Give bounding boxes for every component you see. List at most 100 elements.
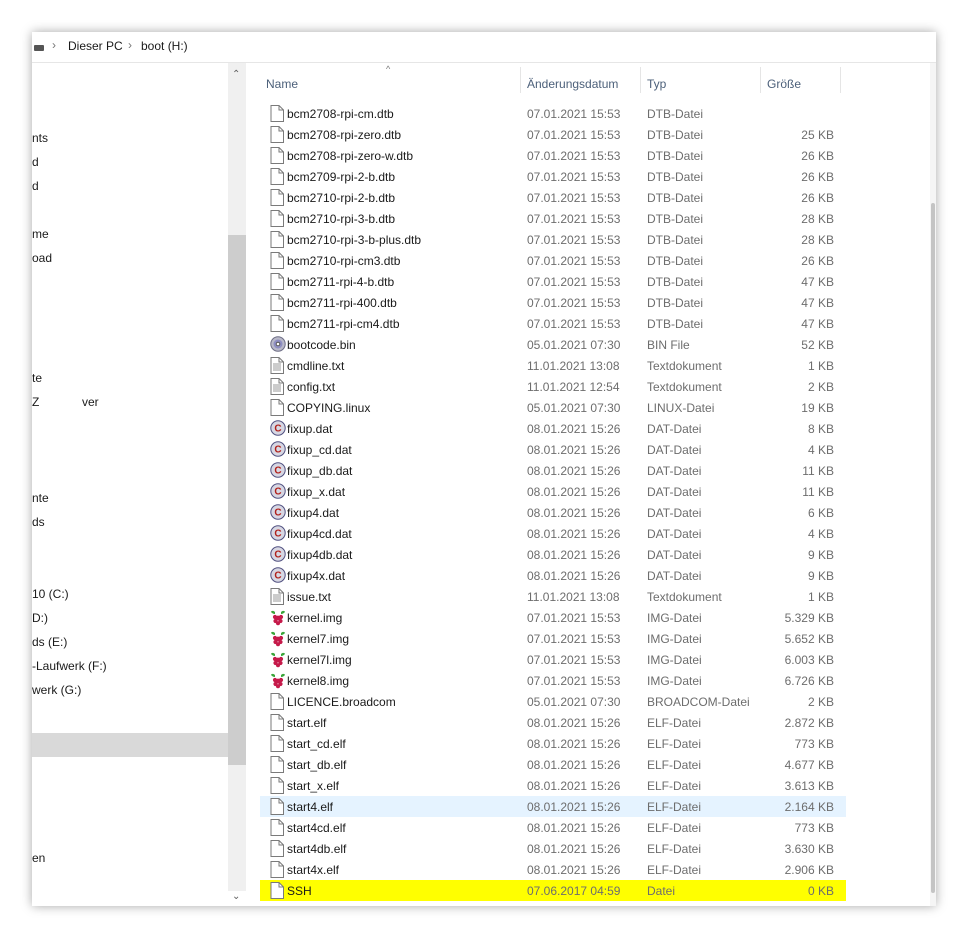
nav-item[interactable]: oad bbox=[32, 251, 52, 265]
file-row[interactable]: kernel7.img 07.01.2021 15:53 IMG-Datei 5.65… bbox=[260, 628, 846, 649]
scroll-down-icon[interactable]: ⌄ bbox=[232, 891, 240, 902]
ccleaner-file-icon: C bbox=[270, 546, 286, 563]
file-row[interactable]: bcm2710-rpi-3-b.dtb 07.01.2021 15:53 DTB-D… bbox=[260, 208, 846, 229]
nav-item[interactable]: te bbox=[32, 371, 42, 385]
file-row[interactable]: Cfixup4.dat 08.01.2021 15:26 DAT-Datei 6 KB bbox=[260, 502, 846, 523]
file-modified-date: 07.01.2021 15:53 bbox=[527, 107, 621, 121]
nav-item-drive-f[interactable]: -Laufwerk (F:) bbox=[32, 659, 107, 673]
file-row[interactable]: start_db.elf 08.01.2021 15:26 ELF-Datei 4.6… bbox=[260, 754, 846, 775]
breadcrumb-dieser-pc[interactable]: Dieser PC bbox=[68, 39, 123, 53]
nav-item[interactable]: me bbox=[32, 227, 49, 241]
file-row[interactable]: SSH 07.06.2017 04:59 Datei 0 KB bbox=[260, 880, 846, 901]
nav-item-drive-g[interactable]: werk (G:) bbox=[32, 683, 81, 697]
file-row[interactable]: kernel8.img 07.01.2021 15:53 IMG-Datei 6.72… bbox=[260, 670, 846, 691]
file-row[interactable]: issue.txt 11.01.2021 13:08 Textdokument 1 K… bbox=[260, 586, 846, 607]
nav-item-drive-c[interactable]: 10 (C:) bbox=[32, 587, 69, 601]
file-type: DAT-Datei bbox=[647, 422, 702, 436]
file-row[interactable]: start4x.elf 08.01.2021 15:26 ELF-Datei 2.90… bbox=[260, 859, 846, 880]
nav-scrollbar-thumb[interactable] bbox=[228, 235, 246, 765]
file-row[interactable]: kernel.img 07.01.2021 15:53 IMG-Datei 5.329… bbox=[260, 607, 846, 628]
file-name: issue.txt bbox=[287, 590, 332, 604]
file-type: DTB-Datei bbox=[647, 191, 704, 205]
nav-item-drive-e[interactable]: ds (E:) bbox=[32, 635, 67, 649]
nav-item[interactable]: en bbox=[32, 851, 45, 865]
breadcrumb-boot-drive[interactable]: boot (H:) bbox=[141, 39, 188, 53]
file-row[interactable]: bcm2708-rpi-zero.dtb 07.01.2021 15:53 DTB-… bbox=[260, 124, 846, 145]
file-row[interactable]: cmdline.txt 11.01.2021 13:08 Textdokument 1… bbox=[260, 355, 846, 376]
column-header-size[interactable]: Größe bbox=[767, 77, 801, 91]
nav-item[interactable]: ds bbox=[32, 515, 45, 529]
file-name: kernel.img bbox=[287, 611, 343, 625]
nav-item[interactable]: nte bbox=[32, 491, 49, 505]
chevron-right-icon: › bbox=[128, 38, 132, 52]
file-modified-date: 08.01.2021 15:26 bbox=[527, 443, 621, 457]
nav-item[interactable]: d bbox=[32, 179, 39, 193]
file-row[interactable]: bcm2711-rpi-4-b.dtb 07.01.2021 15:53 DTB-D… bbox=[260, 271, 846, 292]
file-row[interactable]: start.elf 08.01.2021 15:26 ELF-Datei 2.872 … bbox=[260, 712, 846, 733]
file-row[interactable]: bcm2710-rpi-cm3.dtb 07.01.2021 15:53 DTB-D… bbox=[260, 250, 846, 271]
file-row[interactable]: bcm2709-rpi-2-b.dtb 07.01.2021 15:53 DTB-D… bbox=[260, 166, 846, 187]
ccleaner-file-icon: C bbox=[270, 483, 286, 500]
file-type: DTB-Datei bbox=[647, 212, 704, 226]
address-bar[interactable]: › Dieser PC › boot (H:) bbox=[32, 32, 936, 63]
file-row[interactable]: config.txt 11.01.2021 12:54 Textdokument 2 … bbox=[260, 376, 846, 397]
file-row[interactable]: kernel7l.img 07.01.2021 15:53 IMG-Datei 6.0… bbox=[260, 649, 846, 670]
column-divider[interactable] bbox=[520, 67, 521, 93]
nav-item-drive-d[interactable]: D:) bbox=[32, 611, 48, 625]
file-row[interactable]: bcm2710-rpi-3-b-plus.dtb 07.01.2021 15:53… bbox=[260, 229, 846, 250]
file-row[interactable]: Cfixup_x.dat 08.01.2021 15:26 DAT-Datei 11 … bbox=[260, 481, 846, 502]
file-row[interactable]: Cfixup.dat 08.01.2021 15:26 DAT-Datei 8 KB bbox=[260, 418, 846, 439]
file-modified-date: 08.01.2021 15:26 bbox=[527, 569, 621, 583]
file-modified-date: 07.01.2021 15:53 bbox=[527, 317, 621, 331]
file-row[interactable]: bcm2711-rpi-cm4.dtb 07.01.2021 15:53 DTB-D… bbox=[260, 313, 846, 334]
file-size: 8 KB bbox=[807, 422, 834, 436]
column-divider[interactable] bbox=[640, 67, 641, 93]
file-modified-date: 08.01.2021 15:26 bbox=[527, 863, 621, 877]
file-row[interactable]: bcm2710-rpi-2-b.dtb 07.01.2021 15:53 DTB-D… bbox=[260, 187, 846, 208]
file-type: IMG-Datei bbox=[647, 674, 702, 688]
file-modified-date: 07.01.2021 15:53 bbox=[527, 212, 621, 226]
file-row[interactable]: bootcode.bin 05.01.2021 07:30 BIN File 52 K… bbox=[260, 334, 846, 355]
file-size: 3.613 KB bbox=[784, 779, 834, 793]
nav-item[interactable]: d bbox=[32, 155, 39, 169]
file-type: Textdokument bbox=[647, 590, 722, 604]
file-list: bcm2708-rpi-cm.dtb 07.01.2021 15:53 DTB-Da… bbox=[260, 63, 930, 906]
file-row[interactable]: start_cd.elf 08.01.2021 15:26 ELF-Datei 773… bbox=[260, 733, 846, 754]
nav-item[interactable]: Z bbox=[32, 395, 39, 409]
file-name: start4.elf bbox=[287, 800, 334, 814]
file-row[interactable]: Cfixup_cd.dat 08.01.2021 15:26 DAT-Datei 4 … bbox=[260, 439, 846, 460]
file-file-icon bbox=[270, 882, 284, 899]
file-modified-date: 07.01.2021 15:53 bbox=[527, 170, 621, 184]
file-row[interactable]: bcm2708-rpi-cm.dtb 07.01.2021 15:53 DTB-Da… bbox=[260, 103, 846, 124]
file-row[interactable]: bcm2708-rpi-zero-w.dtb 07.01.2021 15:53 DT… bbox=[260, 145, 846, 166]
file-row[interactable]: bcm2711-rpi-400.dtb 07.01.2021 15:53 DTB-D… bbox=[260, 292, 846, 313]
file-row[interactable]: start_x.elf 08.01.2021 15:26 ELF-Datei 3.61… bbox=[260, 775, 846, 796]
file-row[interactable]: COPYING.linux 05.01.2021 07:30 LINUX-Datei… bbox=[260, 397, 846, 418]
file-row[interactable]: Cfixup4x.dat 08.01.2021 15:26 DAT-Datei 9 K… bbox=[260, 565, 846, 586]
nav-item[interactable]: nts bbox=[32, 131, 48, 145]
file-row[interactable]: Cfixup4cd.dat 08.01.2021 15:26 DAT-Datei 4 … bbox=[260, 523, 846, 544]
file-file-icon bbox=[270, 210, 284, 227]
file-type: ELF-Datei bbox=[647, 716, 702, 730]
column-header-type[interactable]: Typ bbox=[647, 77, 666, 91]
column-divider[interactable] bbox=[760, 67, 761, 93]
column-header-name[interactable]: Name bbox=[266, 77, 298, 91]
file-list-scrollbar[interactable] bbox=[930, 63, 936, 906]
file-file-icon bbox=[270, 861, 284, 878]
file-row[interactable]: Cfixup_db.dat 08.01.2021 15:26 DAT-Datei 11… bbox=[260, 460, 846, 481]
file-name: bootcode.bin bbox=[287, 338, 356, 352]
column-divider[interactable] bbox=[840, 67, 841, 93]
file-row[interactable]: start4.elf 08.01.2021 15:26 ELF-Datei 2.164… bbox=[260, 796, 846, 817]
nav-scrollbar[interactable]: ⌃ ⌄ bbox=[228, 63, 246, 902]
file-row[interactable]: LICENCE.broadcom 05.01.2021 07:30 BROADCOM… bbox=[260, 691, 846, 712]
scroll-up-icon[interactable]: ⌃ bbox=[232, 69, 240, 80]
nav-selected-item[interactable] bbox=[32, 733, 228, 757]
file-type: DTB-Datei bbox=[647, 275, 704, 289]
file-row[interactable]: start4db.elf 08.01.2021 15:26 ELF-Datei 3.6… bbox=[260, 838, 846, 859]
file-row[interactable]: start4cd.elf 08.01.2021 15:26 ELF-Datei 773… bbox=[260, 817, 846, 838]
file-list-scrollbar-thumb[interactable] bbox=[931, 203, 935, 893]
nav-item[interactable]: ver bbox=[82, 395, 99, 409]
file-row[interactable]: Cfixup4db.dat 08.01.2021 15:26 DAT-Datei 9 … bbox=[260, 544, 846, 565]
column-header-date[interactable]: Änderungsdatum bbox=[527, 77, 618, 91]
explorer-window: › Dieser PC › boot (H:) nts d d me oad t… bbox=[32, 32, 936, 906]
